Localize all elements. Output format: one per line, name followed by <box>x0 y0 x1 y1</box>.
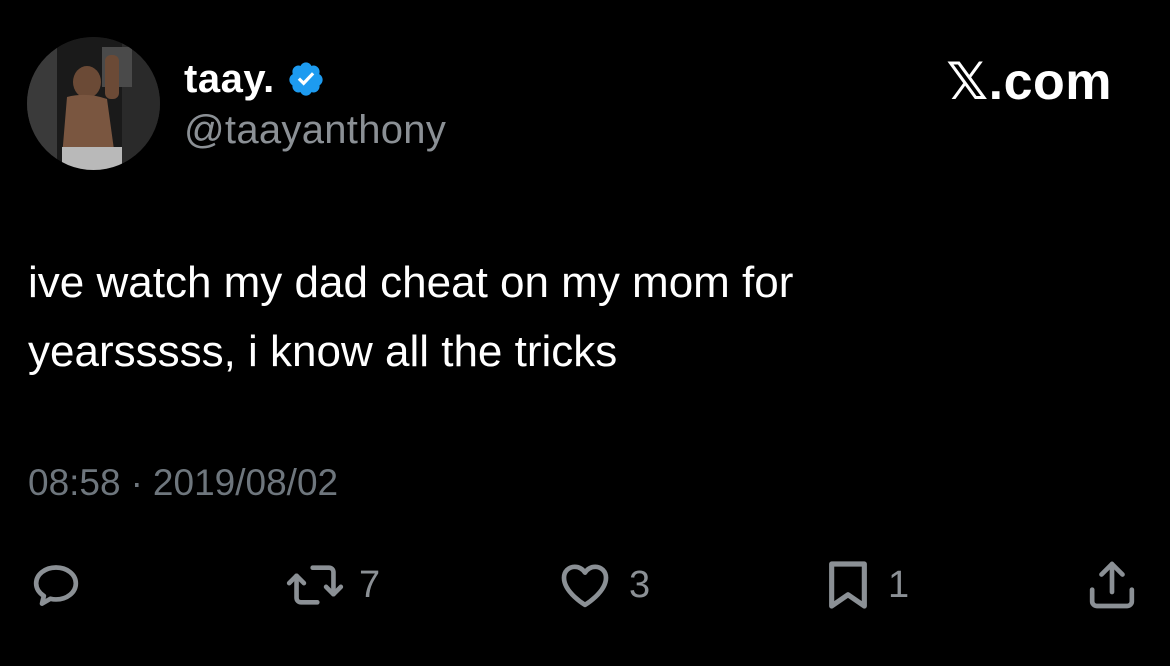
reply-icon <box>33 565 79 606</box>
author-name-row: taay. <box>184 54 325 104</box>
tweet-date: 2019/08/02 <box>152 462 339 503</box>
tweet-actions-bar: 7 3 1 <box>0 555 1170 615</box>
bookmark-icon <box>829 561 867 609</box>
tweet-timestamp[interactable]: 08:58 · 2019/08/02 <box>28 462 338 504</box>
display-name[interactable]: taay. <box>184 57 275 102</box>
timestamp-separator: · <box>130 462 143 503</box>
like-count: 3 <box>629 563 651 606</box>
heart-icon <box>561 564 609 608</box>
tweet-text: ive watch my dad cheat on my mom for yea… <box>28 258 794 376</box>
avatar[interactable] <box>27 37 160 170</box>
tweet-time: 08:58 <box>28 462 121 503</box>
share-button[interactable] <box>1084 555 1140 615</box>
bookmark-button[interactable]: 1 <box>822 555 909 615</box>
retweet-count: 7 <box>359 563 381 606</box>
x-watermark: 𝕏.com <box>946 53 1112 111</box>
avatar-photo-icon <box>27 37 160 170</box>
author-handle[interactable]: @taayanthony <box>184 108 446 153</box>
verified-badge-icon <box>287 60 325 98</box>
retweet-button[interactable]: 7 <box>285 555 380 615</box>
tweet-card: taay. @taayanthony 𝕏.com ive watch my da… <box>0 0 1170 666</box>
share-icon <box>1089 561 1135 609</box>
retweet-icon <box>286 565 344 605</box>
reply-button[interactable] <box>28 555 84 615</box>
like-button[interactable]: 3 <box>555 555 650 615</box>
bookmark-count: 1 <box>888 563 910 606</box>
